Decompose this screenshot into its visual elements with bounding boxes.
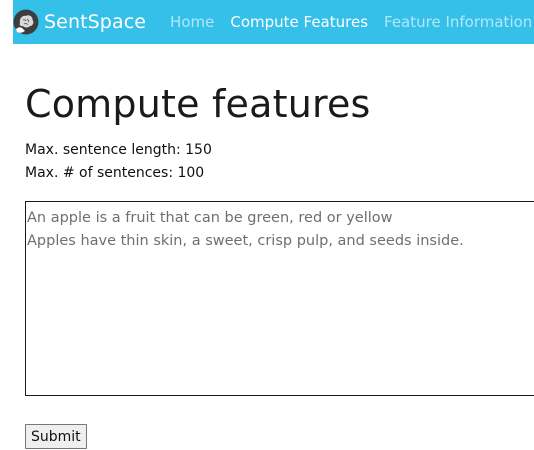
page-title: Compute features bbox=[25, 82, 371, 126]
sentence-input-textarea[interactable]: An apple is a fruit that can be green, r… bbox=[25, 201, 534, 396]
submit-button[interactable]: Submit bbox=[25, 424, 87, 449]
nav-link-compute-features[interactable]: Compute Features bbox=[230, 13, 368, 31]
brand-name: SentSpace bbox=[44, 11, 147, 33]
brand-link[interactable]: SentSpace bbox=[13, 9, 146, 35]
nav-link-home[interactable]: Home bbox=[170, 13, 214, 31]
max-sentences-label: Max. # of sentences: 100 bbox=[25, 165, 205, 181]
max-sentence-length-label: Max. sentence length: 150 bbox=[25, 142, 212, 158]
nav-link-feature-information[interactable]: Feature Information bbox=[384, 13, 532, 31]
page: SentSpace Home Compute Features Feature … bbox=[0, 0, 534, 450]
top-navbar: SentSpace Home Compute Features Feature … bbox=[13, 0, 534, 44]
textarea-placeholder: An apple is a fruit that can be green, r… bbox=[27, 210, 464, 249]
brain-icon bbox=[13, 9, 39, 35]
